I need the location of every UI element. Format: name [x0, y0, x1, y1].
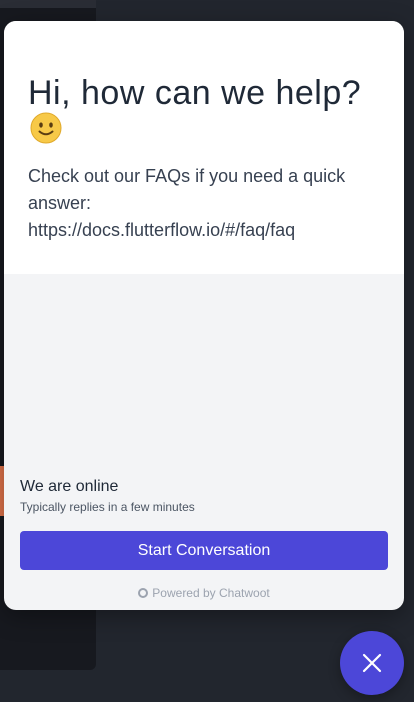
- background-app-panel-header: [0, 0, 96, 8]
- start-conversation-button[interactable]: Start Conversation: [20, 531, 388, 570]
- chatwoot-logo-icon: [138, 588, 149, 598]
- availability-status: We are online Typically replies in a few…: [20, 477, 195, 515]
- slightly-smiling-face-icon: [30, 112, 62, 144]
- chat-widget: Hi, how can we help? Check out our FAQs …: [4, 21, 404, 610]
- intro-line: Check out our FAQs if you need a quick a…: [28, 166, 346, 213]
- close-icon: [362, 653, 382, 673]
- widget-header: Hi, how can we help? Check out our FAQs …: [4, 21, 404, 274]
- faq-link[interactable]: https://docs.flutterflow.io/#/faq/faq: [28, 220, 295, 240]
- greeting-heading: Hi, how can we help?: [28, 75, 380, 147]
- close-widget-button[interactable]: [340, 631, 404, 695]
- greeting-text: Hi, how can we help?: [28, 74, 362, 112]
- widget-body: We are online Typically replies in a few…: [4, 274, 404, 610]
- status-subtitle: Typically replies in a few minutes: [20, 500, 195, 514]
- branding-text: Powered by Chatwoot: [152, 586, 270, 600]
- powered-by-branding[interactable]: Powered by Chatwoot: [4, 586, 404, 600]
- status-title: We are online: [20, 478, 119, 495]
- intro-text: Check out our FAQs if you need a quick a…: [28, 163, 380, 244]
